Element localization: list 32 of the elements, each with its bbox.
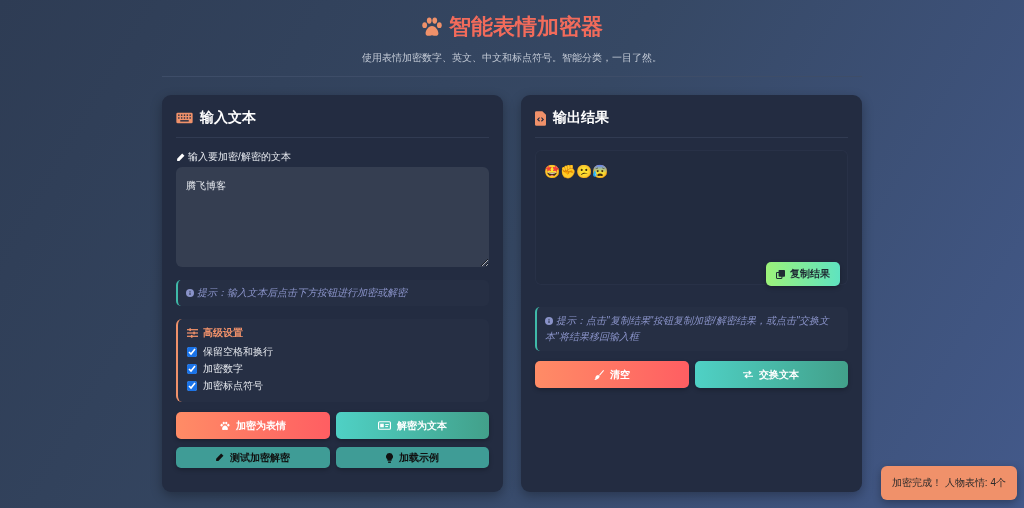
copy-button[interactable]: 复制结果 <box>766 262 840 286</box>
checkbox-label: 保留空格和换行 <box>203 345 273 359</box>
toast-message: 加密完成！ 人物表情: 4个 <box>881 466 1017 500</box>
id-card-icon <box>377 421 391 430</box>
copy-icon <box>776 269 785 279</box>
keyboard-icon <box>176 112 193 124</box>
action-button[interactable]: 测试加密解密 <box>176 447 330 468</box>
field-label: 输入要加密/解密的文本 <box>188 150 291 164</box>
brush-icon <box>593 369 604 380</box>
checkbox-label: 加密数字 <box>203 362 243 376</box>
paw-icon <box>421 16 443 38</box>
swap-arrows-icon <box>743 370 754 379</box>
app-title: 智能表情加密器 <box>449 13 603 41</box>
action-button[interactable]: 加载示例 <box>335 447 489 468</box>
panel-title: 输入文本 <box>200 109 256 127</box>
lightbulb-icon <box>385 452 393 463</box>
checkbox[interactable] <box>187 347 197 357</box>
panel-title: 输出结果 <box>553 109 609 127</box>
checkbox-label: 加密标点符号 <box>203 379 263 393</box>
checkbox[interactable] <box>187 364 197 374</box>
code-file-icon <box>535 110 546 126</box>
checkbox[interactable] <box>187 381 197 391</box>
text-input-field[interactable]: 腾飞博客 <box>176 167 489 267</box>
settings-title: 高级设置 <box>203 326 243 340</box>
sliders-icon <box>187 328 198 338</box>
pencil-icon <box>215 453 225 462</box>
app-subtitle: 使用表情加密数字、英文、中文和标点符号。智能分类，一目了然。 <box>362 51 662 65</box>
info-icon <box>186 289 194 297</box>
emoji-output: 🤩✊😕😰 <box>544 164 609 179</box>
info-icon <box>545 317 553 325</box>
pencil-icon <box>176 152 185 162</box>
paw-icon <box>219 420 230 431</box>
